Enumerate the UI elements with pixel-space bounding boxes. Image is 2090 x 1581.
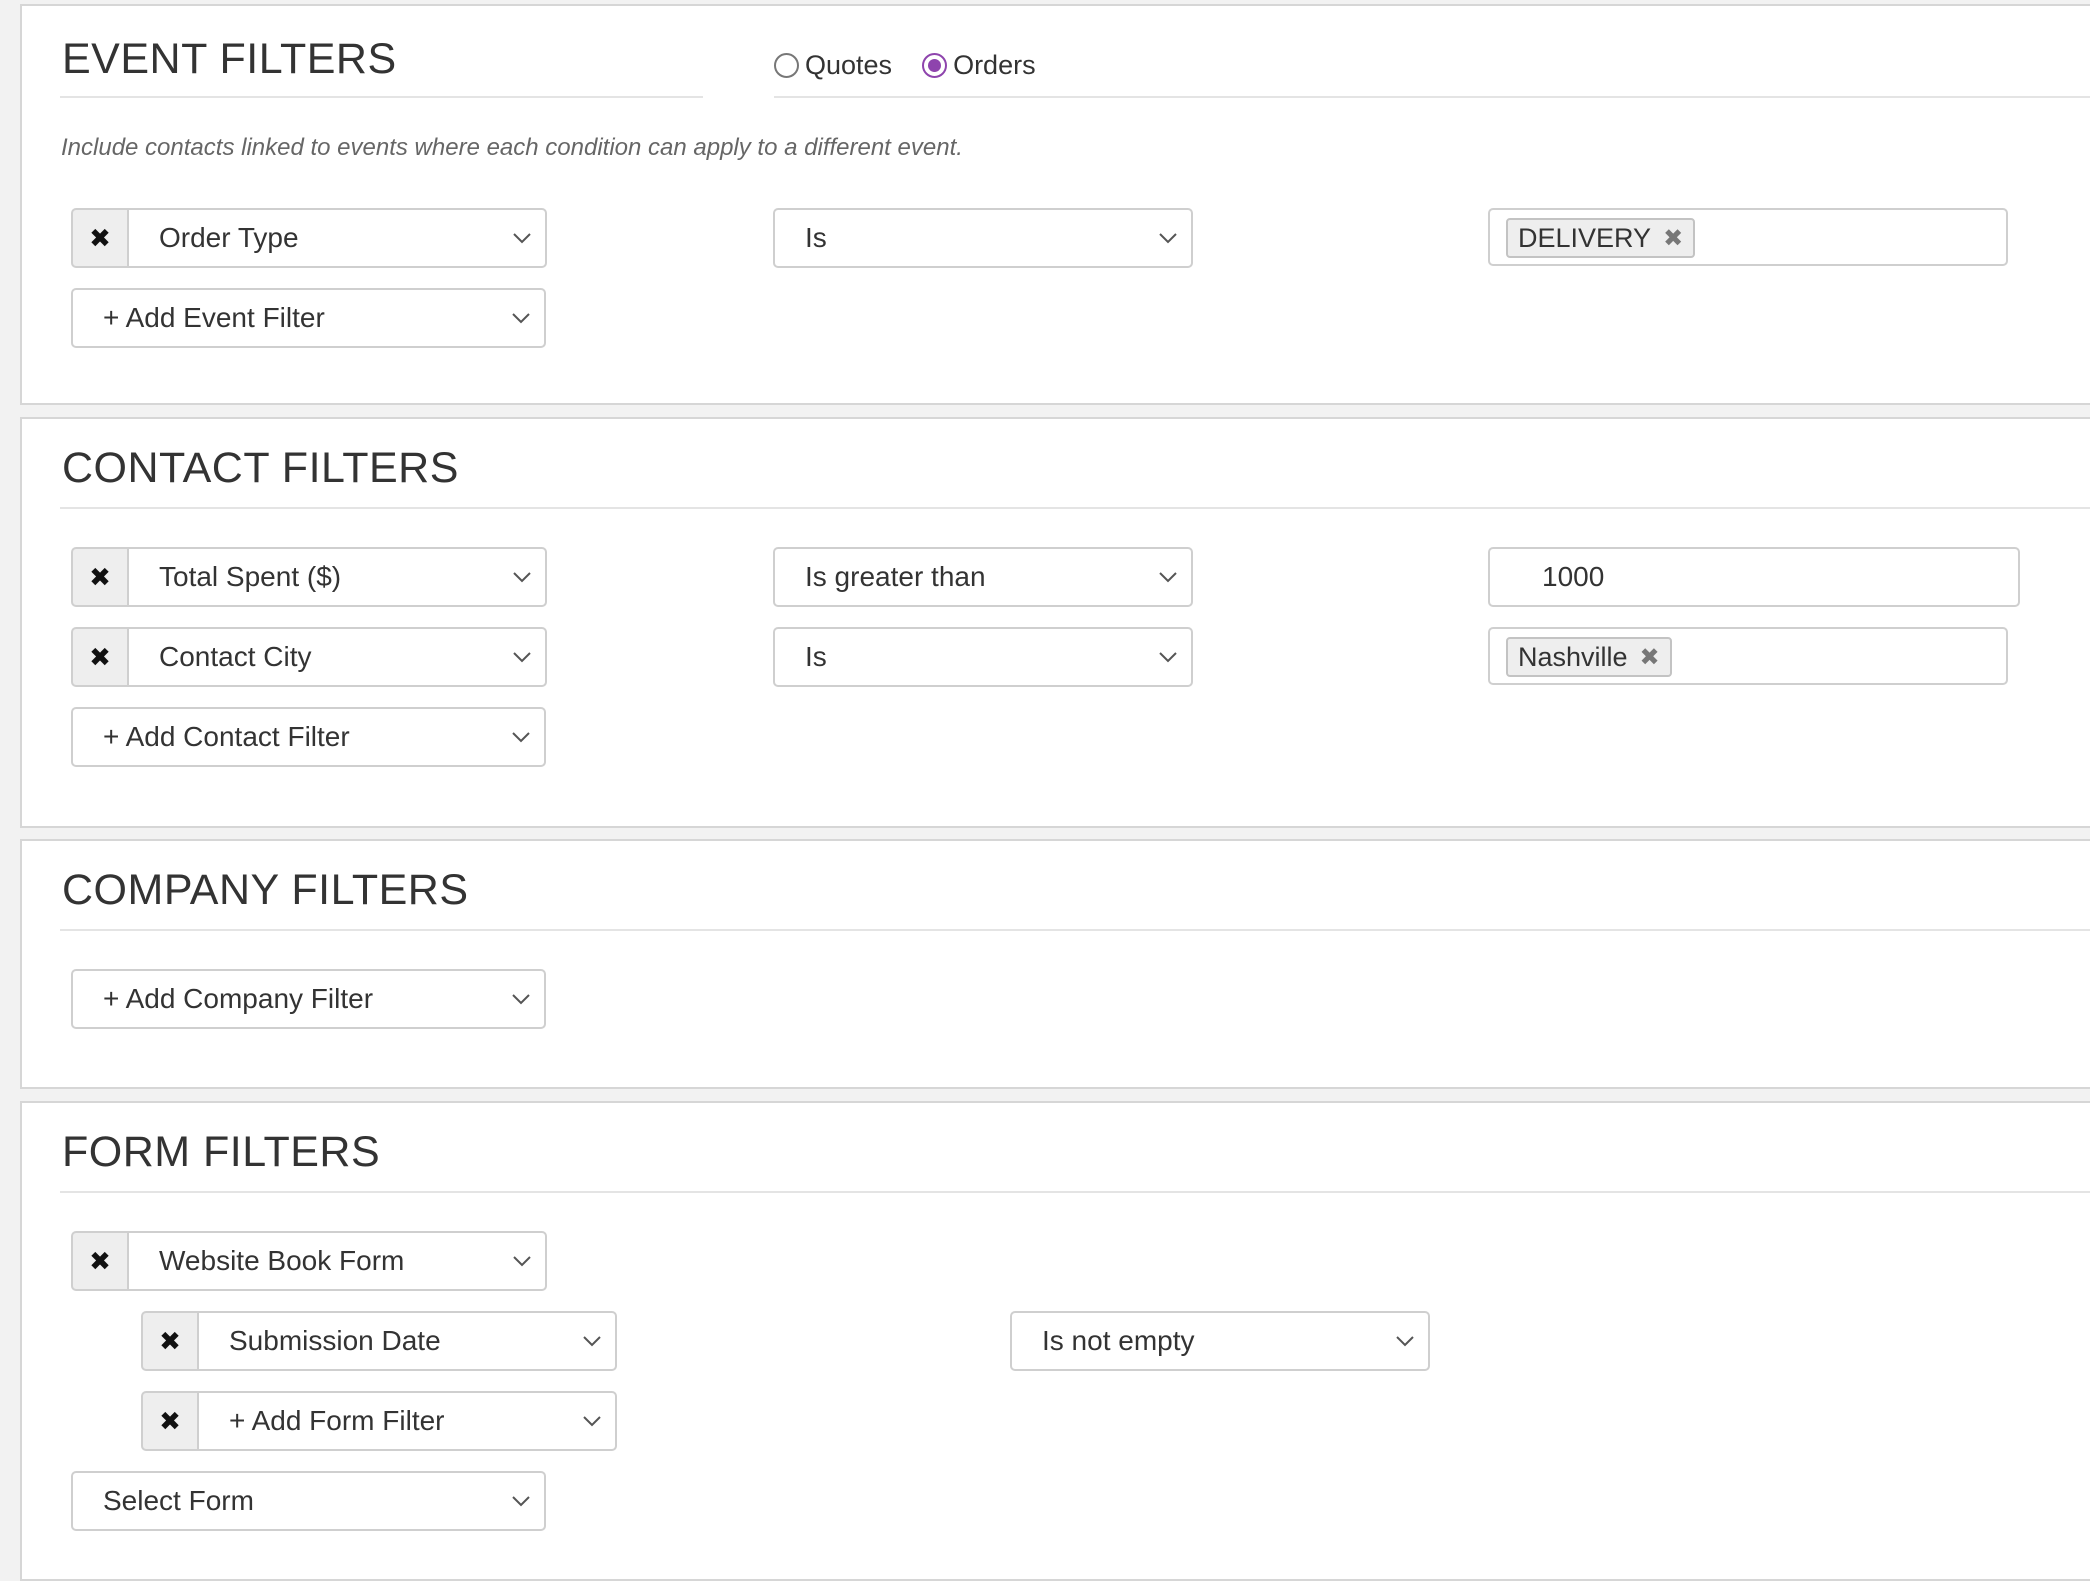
select-form-select[interactable]: Select Form (71, 1471, 546, 1531)
title-divider (60, 929, 2090, 931)
remove-filter-button[interactable]: ✖ (71, 627, 129, 687)
form-select[interactable]: Website Book Form (127, 1231, 547, 1291)
radio-unchecked-icon[interactable] (774, 53, 799, 78)
total-spent-value-input[interactable] (1488, 547, 2020, 607)
contact-field-select[interactable]: Contact City (127, 627, 547, 687)
form-operator-select[interactable]: Is not empty (1010, 1311, 1430, 1371)
company-filters-title: COMPANY FILTERS (62, 866, 469, 914)
title-divider (60, 1191, 2090, 1193)
remove-filter-button[interactable]: ✖ (141, 1391, 199, 1451)
quotes-orders-radio-group: Quotes Orders (774, 50, 1066, 81)
chevron-down-icon (583, 1336, 601, 1347)
chevron-down-icon (513, 572, 531, 583)
chevron-down-icon (513, 652, 531, 663)
orders-radio[interactable]: Orders (922, 50, 1036, 81)
chevron-down-icon (512, 313, 530, 324)
chevron-down-icon (513, 233, 531, 244)
event-filters-panel: EVENT FILTERS Quotes Orders Include cont… (20, 4, 2090, 405)
remove-filter-button[interactable]: ✖ (71, 547, 129, 607)
event-filters-title: EVENT FILTERS (62, 35, 397, 83)
form-filters-title: FORM FILTERS (62, 1128, 381, 1176)
contact-city-tag-input[interactable]: Nashville ✖ (1488, 627, 2008, 685)
select-form-label: Select Form (103, 1485, 254, 1516)
chevron-down-icon (1159, 652, 1177, 663)
chevron-down-icon (1159, 233, 1177, 244)
contact-operator-value: Is greater than (805, 561, 986, 592)
close-icon: ✖ (159, 1405, 181, 1436)
close-icon: ✖ (89, 1245, 111, 1276)
contact-field-select[interactable]: Total Spent ($) (127, 547, 547, 607)
chevron-down-icon (1396, 1336, 1414, 1347)
tag-remove-icon[interactable]: ✖ (1640, 643, 1660, 672)
remove-filter-button[interactable]: ✖ (71, 208, 129, 268)
contact-filters-panel: CONTACT FILTERS ✖ Total Spent ($) Is gre… (20, 417, 2090, 828)
tag-remove-icon[interactable]: ✖ (1663, 224, 1683, 253)
value-tag: Nashville ✖ (1506, 637, 1672, 677)
add-form-filter-label: + Add Form Filter (229, 1405, 445, 1436)
chevron-down-icon (512, 732, 530, 743)
company-filters-panel: COMPANY FILTERS + Add Company Filter (20, 839, 2090, 1089)
form-operator-value: Is not empty (1042, 1325, 1195, 1356)
remove-filter-button[interactable]: ✖ (141, 1311, 199, 1371)
add-event-filter-select[interactable]: + Add Event Filter (71, 288, 546, 348)
chevron-down-icon (512, 994, 530, 1005)
add-contact-filter-select[interactable]: + Add Contact Filter (71, 707, 546, 767)
chevron-down-icon (583, 1416, 601, 1427)
contact-operator-select[interactable]: Is (773, 627, 1193, 687)
radio-divider (774, 96, 2090, 98)
close-icon: ✖ (89, 561, 111, 592)
add-company-filter-label: + Add Company Filter (103, 983, 374, 1014)
contact-filters-title: CONTACT FILTERS (62, 444, 459, 492)
close-icon: ✖ (89, 222, 111, 253)
value-tag-label: Nashville (1518, 641, 1628, 672)
quotes-radio[interactable]: Quotes (774, 50, 892, 81)
chevron-down-icon (512, 1496, 530, 1507)
radio-checked-icon[interactable] (922, 53, 948, 78)
orders-radio-label: Orders (953, 50, 1036, 80)
add-form-filter-select[interactable]: + Add Form Filter (197, 1391, 617, 1451)
contact-operator-value: Is (805, 641, 827, 672)
value-tag: DELIVERY ✖ (1506, 218, 1696, 258)
contact-field-value: Contact City (159, 641, 312, 672)
value-tag-label: DELIVERY (1518, 222, 1652, 253)
add-event-filter-label: + Add Event Filter (103, 302, 325, 333)
title-divider (60, 96, 703, 98)
event-field-value: Order Type (159, 222, 299, 253)
chevron-down-icon (513, 1256, 531, 1267)
form-field-value: Submission Date (229, 1325, 441, 1356)
remove-form-button[interactable]: ✖ (71, 1231, 129, 1291)
form-select-value: Website Book Form (159, 1245, 405, 1276)
chevron-down-icon (1159, 572, 1177, 583)
close-icon: ✖ (89, 641, 111, 672)
event-operator-value: Is (805, 222, 827, 253)
contact-operator-select[interactable]: Is greater than (773, 547, 1193, 607)
event-operator-select[interactable]: Is (773, 208, 1193, 268)
title-divider (60, 507, 2090, 509)
close-icon: ✖ (159, 1325, 181, 1356)
event-field-select[interactable]: Order Type (127, 208, 547, 268)
form-filters-panel: FORM FILTERS ✖ Website Book Form ✖ Submi… (20, 1101, 2090, 1581)
event-value-tag-input[interactable]: DELIVERY ✖ (1488, 208, 2008, 266)
event-filters-note: Include contacts linked to events where … (61, 134, 963, 161)
quotes-radio-label: Quotes (805, 50, 893, 80)
add-contact-filter-label: + Add Contact Filter (103, 721, 350, 752)
add-company-filter-select[interactable]: + Add Company Filter (71, 969, 546, 1029)
form-field-select[interactable]: Submission Date (197, 1311, 617, 1371)
contact-field-value: Total Spent ($) (159, 561, 342, 592)
